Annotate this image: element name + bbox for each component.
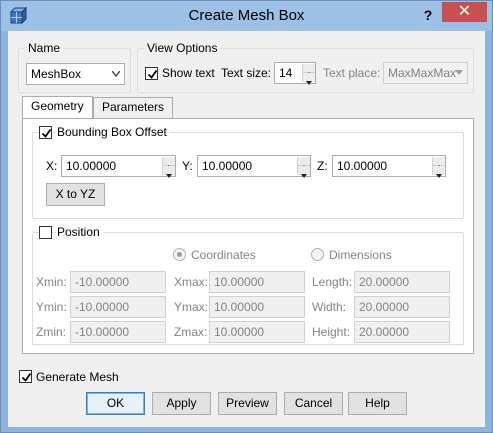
spin-down-icon[interactable] bbox=[433, 166, 445, 178]
close-button[interactable]: ✕ bbox=[442, 2, 487, 22]
ymax-field[interactable]: 10.00000 bbox=[209, 296, 305, 318]
spin-down-icon[interactable] bbox=[298, 166, 310, 178]
position-title: Position bbox=[56, 225, 103, 239]
checkmark-icon bbox=[147, 69, 158, 79]
cancel-button[interactable]: Cancel bbox=[284, 392, 343, 415]
text-size-value: 14 bbox=[279, 66, 293, 80]
generate-mesh-checkbox[interactable] bbox=[19, 370, 32, 383]
xmax-field[interactable]: 10.00000 bbox=[209, 271, 305, 293]
bounding-box-group: Bounding Box Offset X: 10.00000 Y: 10.00… bbox=[32, 125, 464, 219]
name-combo-value: MeshBox bbox=[31, 67, 82, 81]
preview-button[interactable]: Preview bbox=[218, 392, 277, 415]
position-group: Position Coordinates Dimensions Xmin: -1… bbox=[32, 225, 464, 345]
title-bar[interactable]: Create Mesh Box ? ✕ bbox=[1, 1, 492, 31]
show-text-checkbox[interactable] bbox=[145, 67, 158, 80]
y-offset-value: 10.00000 bbox=[202, 159, 253, 173]
text-place-label: Text place: bbox=[323, 66, 381, 80]
dimensions-label: Dimensions bbox=[329, 248, 392, 262]
dimensions-radio[interactable] bbox=[311, 248, 324, 261]
zmin-label: Zmin: bbox=[36, 325, 66, 339]
name-combo[interactable]: MeshBox bbox=[26, 63, 125, 85]
height-field[interactable]: 20.00000 bbox=[354, 321, 450, 343]
x-to-yz-button[interactable]: X to YZ bbox=[46, 183, 105, 206]
ok-button[interactable]: OK bbox=[86, 392, 145, 415]
x-offset-spinbox[interactable]: 10.00000 bbox=[61, 155, 176, 178]
ymin-label: Ymin: bbox=[36, 300, 67, 314]
text-size-label: Text size: bbox=[221, 66, 272, 80]
geometry-tab-pane: Bounding Box Offset X: 10.00000 Y: 10.00… bbox=[22, 118, 474, 354]
bounding-box-title: Bounding Box Offset bbox=[56, 125, 170, 139]
position-checkbox[interactable] bbox=[39, 226, 52, 239]
tab-parameters[interactable]: Parameters bbox=[93, 97, 173, 118]
coordinates-label: Coordinates bbox=[191, 248, 256, 262]
zmax-field[interactable]: 10.00000 bbox=[209, 321, 305, 343]
spin-down-icon[interactable] bbox=[303, 73, 315, 85]
height-label: Height: bbox=[312, 325, 351, 339]
checkmark-icon bbox=[41, 128, 52, 138]
z-offset-label: Z: bbox=[317, 159, 328, 173]
chevron-down-icon bbox=[455, 70, 463, 75]
zmax-label: Zmax: bbox=[174, 325, 208, 339]
zmin-field[interactable]: -10.00000 bbox=[70, 321, 166, 343]
xmin-label: Xmin: bbox=[36, 275, 67, 289]
z-offset-spinbox[interactable]: 10.00000 bbox=[332, 155, 446, 178]
text-place-value: MaxMaxMax bbox=[388, 66, 457, 80]
x-offset-value: 10.00000 bbox=[66, 159, 117, 173]
length-field[interactable]: 20.00000 bbox=[354, 271, 450, 293]
ymin-field[interactable]: -10.00000 bbox=[70, 296, 166, 318]
spin-up-icon[interactable] bbox=[303, 64, 315, 76]
xmax-label: Xmax: bbox=[174, 275, 209, 289]
chevron-down-icon bbox=[112, 71, 120, 77]
width-field[interactable]: 20.00000 bbox=[354, 296, 450, 318]
coordinates-radio[interactable] bbox=[173, 248, 186, 261]
z-offset-value: 10.00000 bbox=[337, 159, 388, 173]
tab-geometry[interactable]: Geometry bbox=[22, 96, 93, 118]
text-place-combo[interactable]: MaxMaxMax bbox=[383, 62, 468, 84]
dialog-body: Name MeshBox View Options Show text Text… bbox=[8, 31, 485, 427]
spin-up-icon[interactable] bbox=[433, 157, 445, 169]
name-group-title: Name bbox=[25, 41, 64, 55]
spin-down-icon[interactable] bbox=[163, 166, 175, 178]
apply-button[interactable]: Apply bbox=[152, 392, 211, 415]
bounding-box-checkbox[interactable] bbox=[39, 126, 52, 139]
dialog-window: Create Mesh Box ? ✕ Name MeshBox View Op… bbox=[0, 0, 493, 433]
show-text-label: Show text bbox=[162, 66, 215, 80]
spin-up-icon[interactable] bbox=[298, 157, 310, 169]
ymax-label: Ymax: bbox=[174, 300, 209, 314]
x-offset-label: X: bbox=[46, 159, 58, 173]
xmin-field[interactable]: -10.00000 bbox=[70, 271, 166, 293]
y-offset-label: Y: bbox=[182, 159, 193, 173]
width-label: Width: bbox=[312, 300, 347, 314]
generate-mesh-label: Generate Mesh bbox=[36, 370, 119, 384]
text-size-spinbox[interactable]: 14 bbox=[274, 62, 316, 85]
help-question-button[interactable]: ? bbox=[419, 5, 437, 25]
help-button[interactable]: Help bbox=[348, 392, 407, 415]
view-options-title: View Options bbox=[144, 41, 221, 55]
spin-up-icon[interactable] bbox=[163, 157, 175, 169]
checkmark-icon bbox=[21, 372, 32, 382]
name-group: Name MeshBox bbox=[18, 41, 131, 93]
y-offset-spinbox[interactable]: 10.00000 bbox=[197, 155, 311, 178]
view-options-group: View Options Show text Text size: 14 Tex… bbox=[137, 41, 474, 93]
length-label: Length: bbox=[312, 275, 353, 289]
